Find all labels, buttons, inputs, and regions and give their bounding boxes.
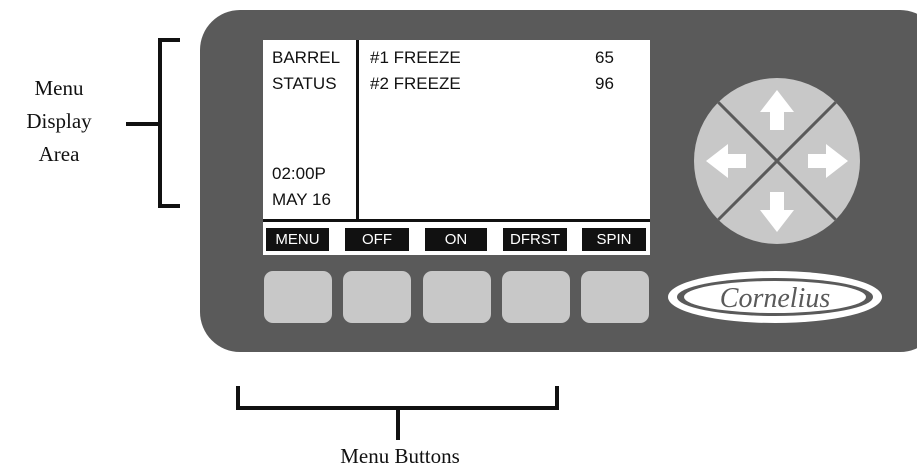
cornelius-logo: Cornelius bbox=[668, 271, 882, 323]
menu-button-4[interactable] bbox=[502, 271, 570, 323]
directional-pad[interactable] bbox=[694, 78, 860, 244]
barrel-2-value: 96 bbox=[595, 74, 614, 93]
barrel-1-label: #1 FREEZE bbox=[370, 48, 461, 67]
lcd-left-line-2: STATUS bbox=[272, 74, 337, 93]
logo-text: Cornelius bbox=[720, 283, 831, 314]
lcd-left-line-1: BARREL bbox=[272, 48, 341, 67]
dpad-graphic bbox=[706, 90, 848, 232]
label-line-1: Menu bbox=[34, 76, 84, 100]
barrel-1-value: 65 bbox=[595, 48, 614, 67]
lcd-date: MAY 16 bbox=[272, 190, 331, 209]
softkey-dfrst: DFRST bbox=[503, 228, 567, 251]
menu-button-1[interactable] bbox=[264, 271, 332, 323]
softkey-off: OFF bbox=[345, 228, 409, 251]
lcd-time: 02:00P bbox=[272, 164, 326, 183]
menu-button-2[interactable] bbox=[343, 271, 411, 323]
softkey-menu: MENU bbox=[266, 228, 329, 251]
barrel-2-label: #2 FREEZE bbox=[370, 74, 461, 93]
lcd-divider-horizontal bbox=[263, 219, 650, 222]
menu-display-area-label: Menu Display Area bbox=[0, 72, 118, 171]
menu-button-5[interactable] bbox=[581, 271, 649, 323]
label-line-2: Display bbox=[26, 109, 92, 133]
softkey-spin: SPIN bbox=[582, 228, 646, 251]
softkey-on: ON bbox=[425, 228, 487, 251]
arrow-up-icon bbox=[760, 90, 794, 130]
label-line-3: Area bbox=[38, 142, 80, 166]
arrow-left-icon bbox=[706, 144, 746, 178]
arrow-right-icon bbox=[808, 144, 848, 178]
arrow-down-icon bbox=[760, 192, 794, 232]
lcd-divider-vertical bbox=[356, 40, 359, 220]
menu-buttons-label: Menu Buttons bbox=[340, 444, 460, 468]
menu-button-3[interactable] bbox=[423, 271, 491, 323]
